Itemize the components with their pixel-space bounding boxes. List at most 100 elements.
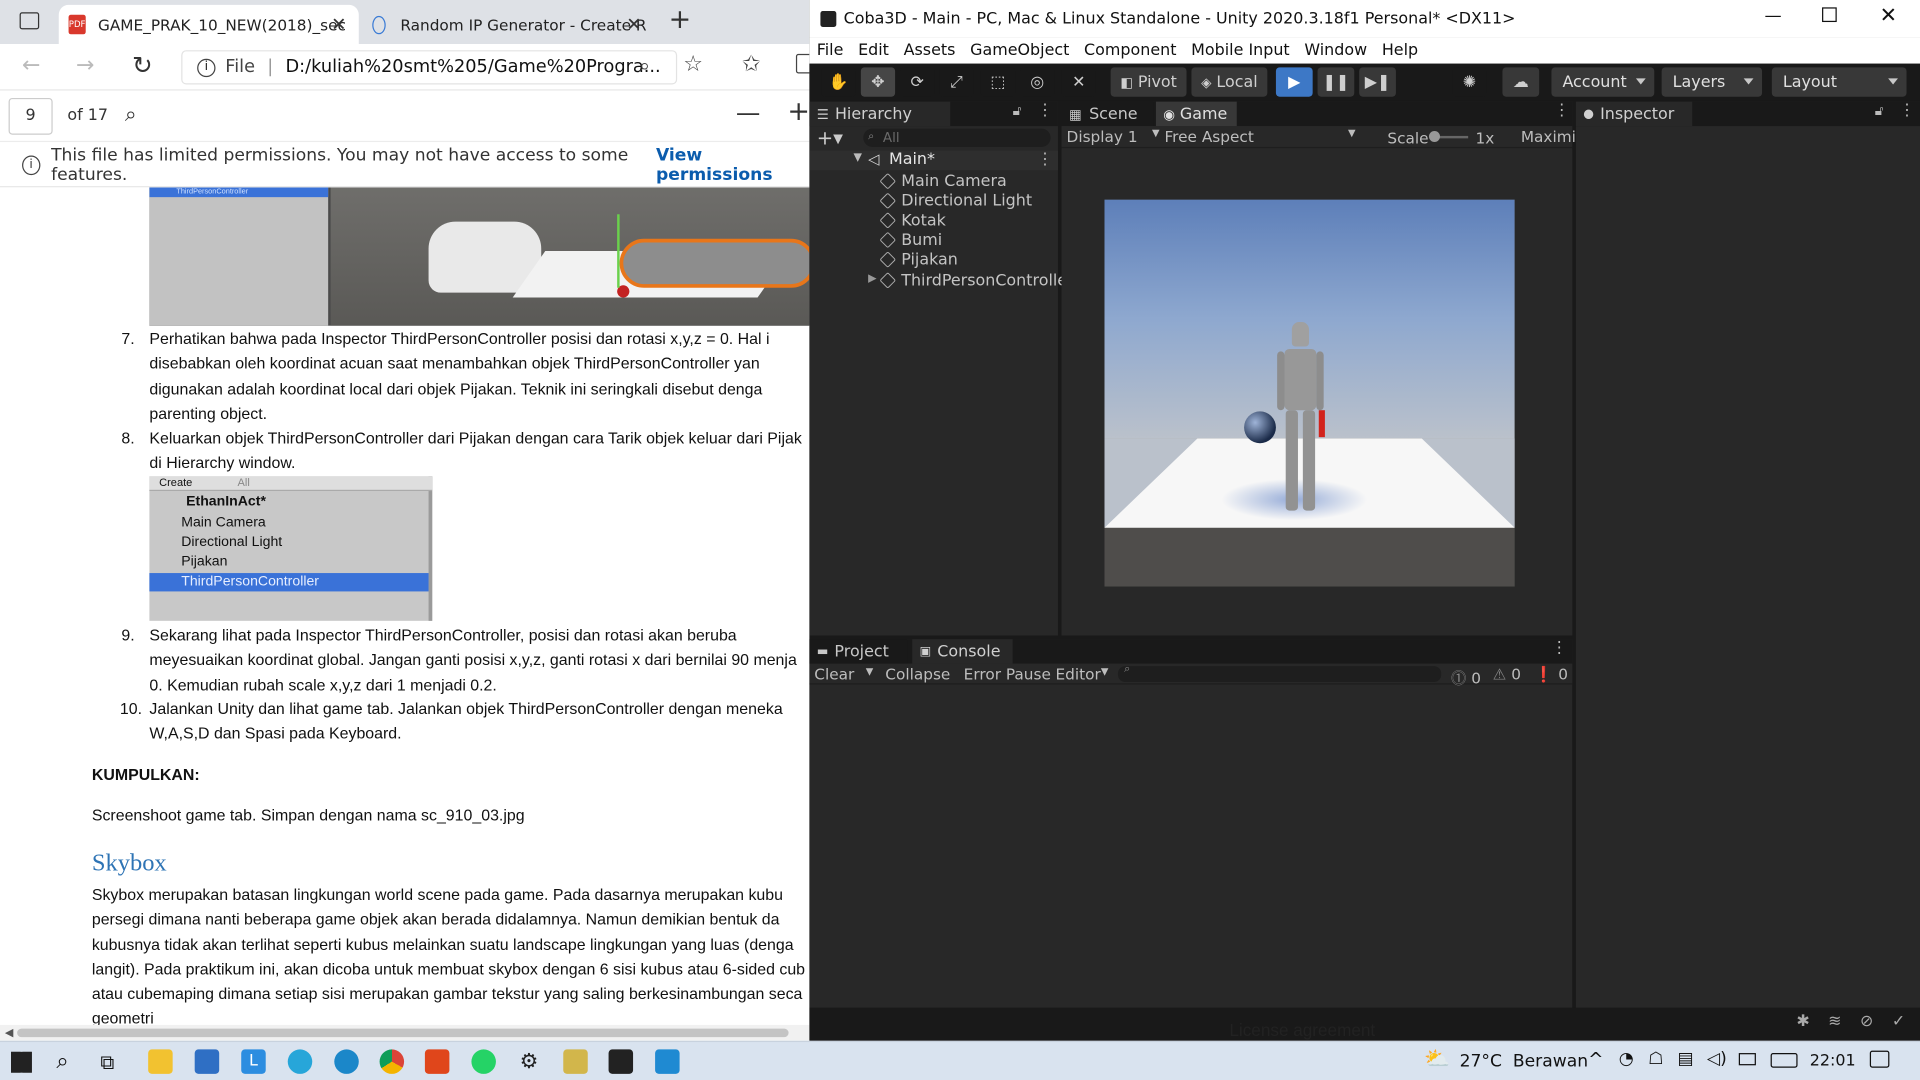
- log-count-toggle[interactable]: ⓵ 0: [1451, 665, 1481, 688]
- menu-help[interactable]: Help: [1382, 42, 1418, 60]
- kebab-menu-icon[interactable]: ⋮: [1037, 151, 1053, 169]
- scene-name[interactable]: Main*: [889, 151, 935, 169]
- local-toggle[interactable]: ◈ Local: [1191, 67, 1268, 97]
- tray-app2-icon[interactable]: ▤: [1678, 1049, 1694, 1069]
- file-explorer-icon[interactable]: [148, 1049, 173, 1074]
- task-view-icon[interactable]: ⧉: [100, 1051, 114, 1075]
- close-window-icon[interactable]: ✕: [1880, 4, 1897, 28]
- vscode-icon[interactable]: [655, 1049, 680, 1074]
- progress-icon[interactable]: ≋: [1828, 1013, 1841, 1031]
- rotate-tool-icon[interactable]: ⟳: [900, 67, 935, 97]
- close-tab-icon[interactable]: ✕: [626, 13, 641, 35]
- kebab-menu-icon[interactable]: ⋮: [1037, 102, 1053, 120]
- chevron-down-icon[interactable]: ▼: [866, 666, 874, 677]
- play-button[interactable]: ▶: [1275, 67, 1313, 97]
- close-tab-icon[interactable]: ✕: [331, 13, 346, 35]
- lock-icon[interactable]: 🔓︎: [1875, 103, 1884, 120]
- windows-start-icon[interactable]: [11, 1051, 32, 1073]
- scale-slider[interactable]: [1428, 131, 1469, 143]
- game-view[interactable]: [1061, 149, 1573, 636]
- weather-text[interactable]: 27°C Berawan: [1460, 1052, 1589, 1072]
- step-button[interactable]: ▶❚: [1359, 67, 1396, 97]
- zoom-in-icon[interactable]: +: [787, 97, 809, 128]
- error-pause-button[interactable]: Error Pause: [964, 665, 1051, 683]
- cloud-icon[interactable]: ☁: [1502, 67, 1540, 97]
- settings-icon[interactable]: ⚙: [517, 1049, 541, 1073]
- hierarchy-item[interactable]: ThirdPersonControlle: [879, 271, 1067, 291]
- tab-actions-icon[interactable]: [19, 12, 40, 30]
- kebab-menu-icon[interactable]: ⋮: [1554, 102, 1570, 120]
- back-icon[interactable]: ←: [22, 53, 40, 79]
- hierarchy-search-input[interactable]: ⌕ All: [863, 128, 1051, 147]
- store-icon[interactable]: [194, 1049, 220, 1074]
- menu-assets[interactable]: Assets: [904, 42, 956, 60]
- scroll-left-icon[interactable]: ◀: [5, 1026, 13, 1039]
- forward-icon[interactable]: →: [76, 53, 94, 79]
- kebab-menu-icon[interactable]: ⋮: [1899, 102, 1915, 120]
- bake-icon[interactable]: ⊘: [1860, 1013, 1873, 1031]
- menu-gameobject[interactable]: GameObject: [970, 42, 1069, 60]
- tab-game[interactable]: ◉ Game: [1155, 101, 1237, 127]
- tab-console[interactable]: ▣ Console: [912, 639, 1013, 664]
- collapse-button[interactable]: Collapse: [885, 665, 950, 683]
- office-icon[interactable]: [424, 1049, 450, 1074]
- refresh-icon[interactable]: ↻: [132, 50, 153, 79]
- tab-project[interactable]: ▬ Project: [809, 639, 908, 664]
- move-tool-icon[interactable]: ✥: [860, 67, 896, 97]
- custom-tool-icon[interactable]: ✕: [1061, 67, 1096, 97]
- collections-icon[interactable]: [795, 53, 810, 74]
- hierarchy-item[interactable]: Main Camera: [879, 171, 1007, 191]
- hierarchy-item[interactable]: Pijakan: [879, 250, 958, 270]
- console-search-input[interactable]: ⌕: [1117, 664, 1442, 683]
- edge-icon[interactable]: [334, 1049, 359, 1074]
- app-cyan-icon[interactable]: [287, 1049, 313, 1074]
- layout-dropdown[interactable]: Layout: [1771, 67, 1907, 97]
- wifi-icon[interactable]: ◔: [1619, 1049, 1634, 1069]
- transform-tool-icon[interactable]: ◎: [1020, 67, 1055, 97]
- debug-icon[interactable]: ✱: [1796, 1013, 1809, 1031]
- check-icon[interactable]: ✓: [1892, 1013, 1905, 1031]
- maximize-on-play-toggle[interactable]: Maximi: [1521, 127, 1576, 145]
- editor-dropdown[interactable]: Editor: [1056, 665, 1101, 683]
- aspect-dropdown[interactable]: Free Aspect ▼: [1164, 127, 1355, 145]
- maximize-icon[interactable]: [1822, 7, 1837, 23]
- tab-pdf[interactable]: PDF GAME_PRAK_10_NEW(2018)_sec ✕: [58, 4, 359, 45]
- tray-app-icon[interactable]: ☖: [1648, 1049, 1663, 1069]
- kebab-menu-icon[interactable]: ⋮: [1551, 639, 1567, 657]
- horizontal-scrollbar[interactable]: ◀: [0, 1024, 810, 1041]
- battery-icon[interactable]: [1738, 1053, 1756, 1066]
- favorite-icon[interactable]: ☆: [683, 51, 703, 77]
- expand-arrow-icon[interactable]: ▶: [868, 273, 876, 285]
- menu-mobile-input[interactable]: Mobile Input: [1191, 42, 1289, 60]
- scrollbar-thumb[interactable]: [17, 1028, 789, 1038]
- lock-icon[interactable]: 🔓︎: [1013, 103, 1022, 120]
- display-dropdown[interactable]: Display 1 ▼: [1067, 127, 1160, 145]
- favorites-list-icon[interactable]: ✩: [742, 51, 760, 77]
- scale-tool-icon[interactable]: ⤢: [939, 67, 974, 97]
- services-icon[interactable]: ✺: [1452, 67, 1487, 97]
- pivot-toggle[interactable]: ◧ Pivot: [1110, 67, 1187, 97]
- layers-dropdown[interactable]: Layers: [1661, 67, 1763, 97]
- whatsapp-icon[interactable]: [471, 1049, 496, 1074]
- menu-window[interactable]: Window: [1304, 42, 1367, 60]
- unity-taskbar-icon[interactable]: [608, 1049, 634, 1074]
- menu-edit[interactable]: Edit: [858, 42, 889, 60]
- error-count-toggle[interactable]: ❗ 0: [1534, 665, 1568, 685]
- tab-ip-generator[interactable]: Random IP Generator - Create R ✕: [362, 5, 656, 44]
- zoom-out-icon[interactable]: —: [736, 98, 760, 127]
- search-icon[interactable]: ⌕: [125, 103, 137, 127]
- expand-arrow-icon[interactable]: ▼: [853, 152, 861, 164]
- minimize-icon[interactable]: —: [1764, 6, 1781, 26]
- hierarchy-item[interactable]: Kotak: [879, 211, 946, 231]
- weather-icon[interactable]: ⛅: [1424, 1047, 1450, 1071]
- tab-inspector[interactable]: ● Inspector: [1575, 101, 1693, 127]
- app-yellow-icon[interactable]: [563, 1049, 588, 1074]
- chrome-icon[interactable]: [379, 1049, 405, 1074]
- tab-hierarchy[interactable]: ☰ Hierarchy: [809, 101, 951, 127]
- tray-chevron-icon[interactable]: ^: [1588, 1048, 1603, 1070]
- hierarchy-item[interactable]: Directional Light: [879, 191, 1032, 211]
- account-dropdown[interactable]: Account: [1551, 67, 1655, 97]
- add-icon[interactable]: +▾: [817, 126, 843, 149]
- tab-scene[interactable]: ▦ Scene: [1061, 101, 1154, 127]
- clear-button[interactable]: Clear: [814, 665, 854, 683]
